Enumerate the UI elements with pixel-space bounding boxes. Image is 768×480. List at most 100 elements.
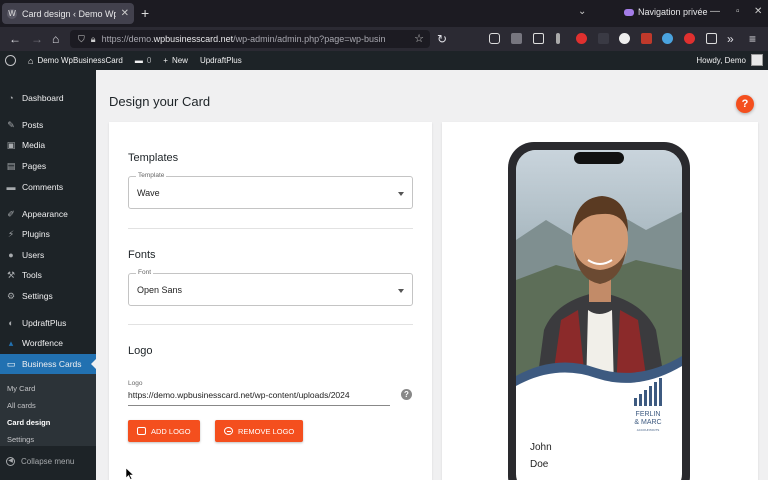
browser-tab[interactable]: W Card design ‹ Demo WpB ✕ — [2, 3, 134, 24]
remove-logo-button[interactable]: REMOVE LOGO — [215, 420, 304, 442]
plugin-icon: ⚡ — [7, 229, 15, 239]
page-title: Design your Card — [109, 94, 211, 109]
menu-item-comments[interactable]: ▬ Comments — [0, 177, 96, 197]
card-preview-panel: FERLIN & MARC ACCOUNTANTS John Doe — [442, 122, 758, 480]
window-close-icon[interactable]: ✕ — [754, 6, 762, 17]
phone-mockup: FERLIN & MARC ACCOUNTANTS John Doe — [508, 142, 690, 480]
mail-extension-icon[interactable] — [641, 33, 652, 44]
submenu-all-cards[interactable]: All cards — [7, 401, 36, 410]
updraft-icon: ◐ — [8, 318, 14, 328]
settings-icon: ⚙ — [6, 291, 16, 301]
pages-icon: ▤ — [6, 161, 16, 171]
close-tab-icon[interactable]: ✕ — [121, 8, 129, 19]
extension-icon[interactable] — [511, 33, 522, 44]
help-extension-icon[interactable] — [619, 33, 630, 44]
menu-item-media[interactable]: ▣ Media — [0, 135, 96, 155]
svg-text:ACCOUNTANTS: ACCOUNTANTS — [637, 428, 660, 432]
comment-bubble-icon: ▬ — [134, 56, 143, 65]
collapse-menu-button[interactable]: ◀ Collapse menu — [6, 457, 74, 466]
new-content-link[interactable]: + New — [163, 56, 188, 65]
design-form-panel: Templates Template Wave Fonts Font Open … — [109, 122, 432, 480]
submenu-my-card[interactable]: My Card — [7, 384, 35, 393]
reader-icon[interactable] — [533, 33, 544, 44]
tab-list-chevron-icon[interactable]: ⌄ — [578, 6, 586, 17]
comments-link[interactable]: ▬ 0 — [135, 56, 151, 65]
collapse-arrow-icon: ◀ — [6, 457, 15, 466]
menu-item-posts[interactable]: ✎ Posts — [0, 115, 96, 135]
logo-heading: Logo — [128, 345, 153, 357]
back-arrow-icon[interactable]: ← — [9, 32, 21, 46]
pocket-icon[interactable] — [489, 33, 500, 44]
forward-arrow-icon[interactable]: → — [31, 32, 43, 46]
app-menu-icon[interactable]: ≡ — [749, 32, 756, 46]
wordpress-favicon-icon: W — [7, 8, 17, 19]
template-select-value: Wave — [137, 188, 160, 198]
reload-icon[interactable]: ↻ — [437, 32, 447, 46]
new-tab-button[interactable]: + — [141, 5, 149, 21]
maximize-icon[interactable]: ▫ — [736, 6, 740, 17]
menu-item-users[interactable]: ● Users — [0, 245, 96, 265]
site-name-link[interactable]: ⌂ Demo WpBusinessCard — [28, 56, 123, 66]
menu-item-plugins[interactable]: ⚡ Plugins — [0, 224, 96, 244]
bookmark-star-icon[interactable]: ☆ — [414, 32, 424, 45]
svg-text:FERLIN: FERLIN — [636, 411, 661, 418]
template-select-label: Template — [136, 172, 167, 179]
wrench-icon: ⚒ — [6, 270, 16, 280]
minimize-icon[interactable]: — — [710, 6, 720, 17]
logo-field-label: Logo — [128, 380, 143, 387]
menu-item-pages[interactable]: ▤ Pages — [0, 156, 96, 176]
help-circle-icon[interactable]: ? — [401, 389, 412, 400]
template-select[interactable]: Template Wave — [128, 172, 413, 209]
browser-nav-bar: ← → ⌂ ⛉ 🔒︎ https://demo.wpbusinesscard.n… — [0, 27, 768, 51]
avatar — [751, 54, 763, 66]
ublock-icon[interactable] — [684, 33, 695, 44]
updraftplus-link[interactable]: UpdraftPlus — [200, 56, 242, 65]
phone-notch — [574, 152, 624, 164]
menu-item-updraftplus[interactable]: ◐ UpdraftPlus — [0, 313, 96, 333]
account-menu[interactable]: Howdy, Demo — [696, 54, 763, 66]
profile-photo — [516, 150, 682, 390]
pin-icon: ✎ — [7, 120, 15, 130]
card-last-name: Doe — [530, 459, 549, 470]
card-icon: ▭ — [6, 359, 16, 369]
svg-text:& MARC: & MARC — [634, 419, 661, 426]
font-select-value: Open Sans — [137, 285, 183, 295]
submenu-card-design[interactable]: Card design — [7, 418, 50, 427]
react-devtools-icon[interactable] — [662, 33, 673, 44]
add-logo-button[interactable]: ADD LOGO — [128, 420, 200, 442]
private-mask-icon — [624, 8, 634, 16]
wrench-tool-icon[interactable] — [556, 33, 560, 44]
extension-dark-icon[interactable] — [598, 33, 609, 44]
logo-url-field[interactable]: https://demo.wpbusinesscard.net/wp-conte… — [128, 390, 390, 406]
private-label: Navigation privée — [638, 7, 708, 17]
divider — [128, 228, 413, 229]
extensions-puzzle-icon[interactable] — [706, 33, 717, 44]
tab-title: Card design ‹ Demo WpB — [22, 8, 116, 19]
admin-sidebar: ◔ Dashboard ✎ Posts ▣ Media ▤ Pages ▬ Comment… — [0, 70, 96, 480]
adblock-icon[interactable] — [576, 33, 587, 44]
card-first-name: John — [530, 442, 552, 453]
users-icon: ● — [8, 250, 14, 260]
cursor-arrow-icon — [126, 468, 134, 480]
main-content: Design your Card ? Templates Template Wa… — [96, 70, 768, 480]
submenu-settings[interactable]: Settings — [7, 435, 34, 444]
menu-item-wordfence[interactable]: ▴ Wordfence — [0, 333, 96, 353]
company-logo: FERLIN & MARC ACCOUNTANTS — [634, 378, 662, 432]
menu-item-settings[interactable]: ⚙ Settings — [0, 286, 96, 306]
lock-icon[interactable]: 🔒︎ — [91, 32, 96, 46]
media-icon: ▣ — [6, 140, 16, 150]
wordpress-logo-icon[interactable] — [5, 55, 16, 66]
menu-item-business-cards[interactable]: ▭ Business Cards — [0, 354, 96, 374]
phone-screen: FERLIN & MARC ACCOUNTANTS John Doe — [516, 150, 682, 480]
address-bar[interactable]: ⛉ 🔒︎ https://demo.wpbusinesscard.net/wp-… — [70, 30, 430, 48]
shield-icon[interactable]: ⛉ — [78, 32, 85, 46]
home-icon[interactable]: ⌂ — [52, 32, 59, 46]
overflow-chevron-icon[interactable]: » — [727, 32, 734, 46]
menu-item-dashboard[interactable]: ◔ Dashboard — [0, 88, 96, 108]
help-button[interactable]: ? — [736, 95, 754, 113]
menu-item-tools[interactable]: ⚒ Tools — [0, 265, 96, 285]
menu-item-appearance[interactable]: ✐ Appearance — [0, 204, 96, 224]
font-select[interactable]: Font Open Sans — [128, 269, 413, 306]
private-browsing-indicator: Navigation privée — [624, 7, 708, 17]
plus-icon: + — [163, 56, 168, 65]
